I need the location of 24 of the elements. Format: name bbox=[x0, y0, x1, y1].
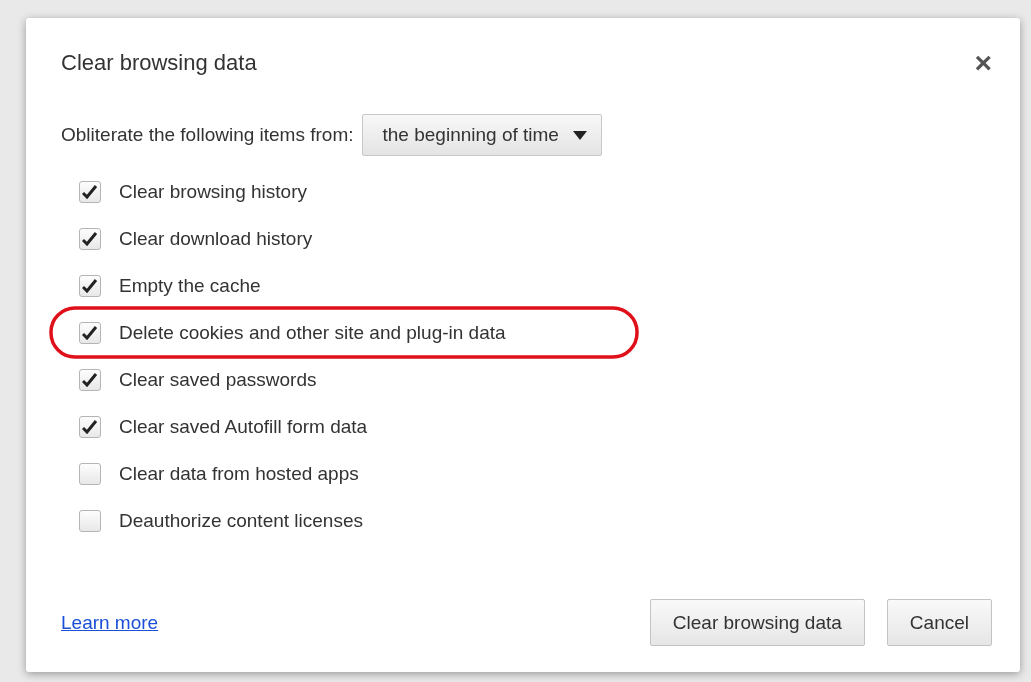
checkbox-label: Clear browsing history bbox=[119, 180, 307, 203]
learn-more-link[interactable]: Learn more bbox=[61, 611, 159, 634]
checkbox-label: Deauthorize content licenses bbox=[119, 509, 363, 532]
checkbox[interactable] bbox=[79, 462, 101, 485]
clear-data-button[interactable]: Clear browsing data bbox=[649, 599, 865, 646]
checkbox[interactable] bbox=[79, 227, 101, 250]
checkbox[interactable] bbox=[79, 180, 101, 203]
checkbox-label: Clear saved Autofill form data bbox=[119, 415, 368, 438]
checkbox-label: Clear download history bbox=[119, 227, 313, 250]
cancel-button[interactable]: Cancel bbox=[886, 599, 992, 646]
checkbox[interactable] bbox=[79, 368, 101, 391]
time-range-dropdown[interactable]: the beginning of time bbox=[361, 114, 602, 156]
checkbox-label: Delete cookies and other site and plug-in data bbox=[119, 321, 506, 344]
checkbox[interactable] bbox=[79, 321, 101, 344]
dialog-title: Clear browsing data bbox=[61, 50, 257, 76]
checkbox-label: Clear saved passwords bbox=[119, 368, 317, 391]
checkbox-label: Clear data from hosted apps bbox=[119, 462, 359, 485]
checkbox-label: Empty the cache bbox=[119, 274, 261, 297]
range-label: Obliterate the following items from: bbox=[61, 124, 354, 146]
close-button[interactable]: × bbox=[974, 48, 992, 78]
caret-icon bbox=[572, 130, 587, 140]
checkbox[interactable] bbox=[79, 415, 101, 438]
checkbox[interactable] bbox=[79, 274, 101, 297]
checkbox[interactable] bbox=[79, 509, 101, 532]
